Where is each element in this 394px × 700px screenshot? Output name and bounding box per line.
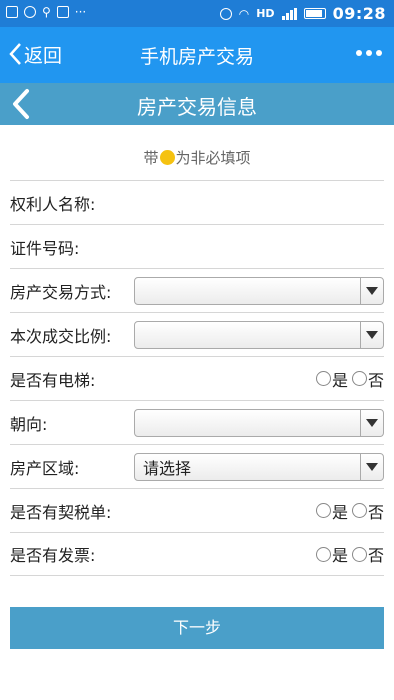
- deed-tax-label: 是否有契税单:: [10, 502, 112, 522]
- next-step-button[interactable]: 下一步: [10, 607, 384, 649]
- dropdown-arrow-icon: [360, 277, 383, 304]
- radio-circle-icon: [351, 503, 367, 518]
- orientation-label: 朝向:: [10, 414, 48, 434]
- radio-circle-icon: [315, 371, 331, 386]
- optional-dot-icon: [159, 150, 175, 165]
- optional-note: 带为非必填项: [0, 147, 394, 168]
- wifi-icon: ◠: [238, 6, 250, 21]
- form-row-deal-ratio: 本次成交比例:: [10, 312, 384, 356]
- image-icon: [6, 6, 18, 18]
- radio-circle-icon: [351, 371, 367, 386]
- form-row-elevator: 是否有电梯: 是 否: [10, 356, 384, 400]
- district-select[interactable]: 请选择: [134, 452, 384, 481]
- edit-icon: [56, 6, 69, 18]
- signal-icon: [281, 7, 297, 20]
- note-prefix: 带: [143, 149, 159, 167]
- radio-circle-icon: [315, 503, 331, 518]
- owner-name-label: 权利人名称:: [10, 194, 96, 214]
- radio-label: 是: [331, 370, 348, 390]
- invoice-label: 是否有发票:: [10, 546, 96, 565]
- dropdown-arrow-icon: [360, 321, 383, 348]
- invoice-yes-radio[interactable]: 是: [315, 542, 348, 566]
- elevator-no-radio[interactable]: 否: [351, 367, 384, 391]
- status-left-icons: ⚲ ···: [6, 5, 86, 19]
- form-row-owner-name: 权利人名称:: [10, 180, 384, 224]
- battery-icon: [303, 8, 326, 19]
- dropdown-arrow-icon: [360, 409, 383, 436]
- elevator-label: 是否有电梯:: [10, 370, 96, 390]
- page-header: 房产交易信息: [0, 83, 394, 125]
- chat-icon: [24, 6, 36, 18]
- radio-label: 否: [367, 370, 384, 390]
- radio-label: 是: [331, 546, 348, 565]
- invoice-no-radio[interactable]: 否: [351, 542, 384, 566]
- deal-ratio-label: 本次成交比例:: [10, 326, 112, 346]
- more-dots-icon: ···: [74, 5, 87, 19]
- invoice-radio-group: 是 否: [315, 542, 384, 566]
- district-label: 房产区域:: [10, 458, 80, 478]
- form-row-orientation: 朝向:: [10, 400, 384, 444]
- id-number-label: 证件号码:: [10, 238, 80, 258]
- form-row-trade-method: 房产交易方式:: [10, 268, 384, 312]
- radio-circle-icon: [315, 546, 331, 562]
- form-row-deed-tax: 是否有契税单: 是 否: [10, 488, 384, 532]
- elevator-radio-group: 是 否: [315, 367, 384, 391]
- trade-method-label: 房产交易方式:: [10, 282, 112, 302]
- form-row-invoice: 是否有发票: 是 否: [10, 532, 384, 576]
- app-navbar: 返回 手机房产交易: [0, 27, 394, 83]
- status-right-icons: ◠ HD 09:28: [219, 4, 386, 23]
- form-row-id-number: 证件号码:: [10, 224, 384, 268]
- property-form: 权利人名称: 证件号码: 房产交易方式: 本次成交比例: 是否有电梯: 是 否 …: [10, 180, 384, 576]
- form-row-district: 房产区域: 请选择: [10, 444, 384, 488]
- deal-ratio-select[interactable]: [134, 320, 384, 349]
- page-title: 房产交易信息: [137, 95, 257, 119]
- elevator-yes-radio[interactable]: 是: [315, 367, 348, 391]
- status-time: 09:28: [332, 4, 386, 23]
- radio-label: 否: [367, 502, 384, 522]
- trade-method-select[interactable]: [134, 276, 384, 305]
- radio-circle-icon: [351, 546, 367, 562]
- alarm-icon: [219, 7, 232, 20]
- app-title: 手机房产交易: [139, 46, 254, 68]
- note-suffix: 为非必填项: [175, 149, 251, 167]
- status-bar: ⚲ ··· ◠ HD 09:28: [0, 0, 394, 27]
- deed-tax-no-radio[interactable]: 否: [351, 499, 384, 523]
- district-value: 请选择: [143, 458, 192, 478]
- dropdown-arrow-icon: [360, 453, 383, 480]
- network-type: HD: [256, 7, 275, 20]
- person-icon: ⚲: [42, 5, 51, 19]
- more-menu-icon[interactable]: [356, 50, 382, 56]
- deed-tax-yes-radio[interactable]: 是: [315, 499, 348, 523]
- radio-label: 是: [331, 502, 348, 522]
- deed-tax-radio-group: 是 否: [315, 499, 384, 523]
- radio-label: 否: [367, 546, 384, 565]
- orientation-select[interactable]: [134, 408, 384, 437]
